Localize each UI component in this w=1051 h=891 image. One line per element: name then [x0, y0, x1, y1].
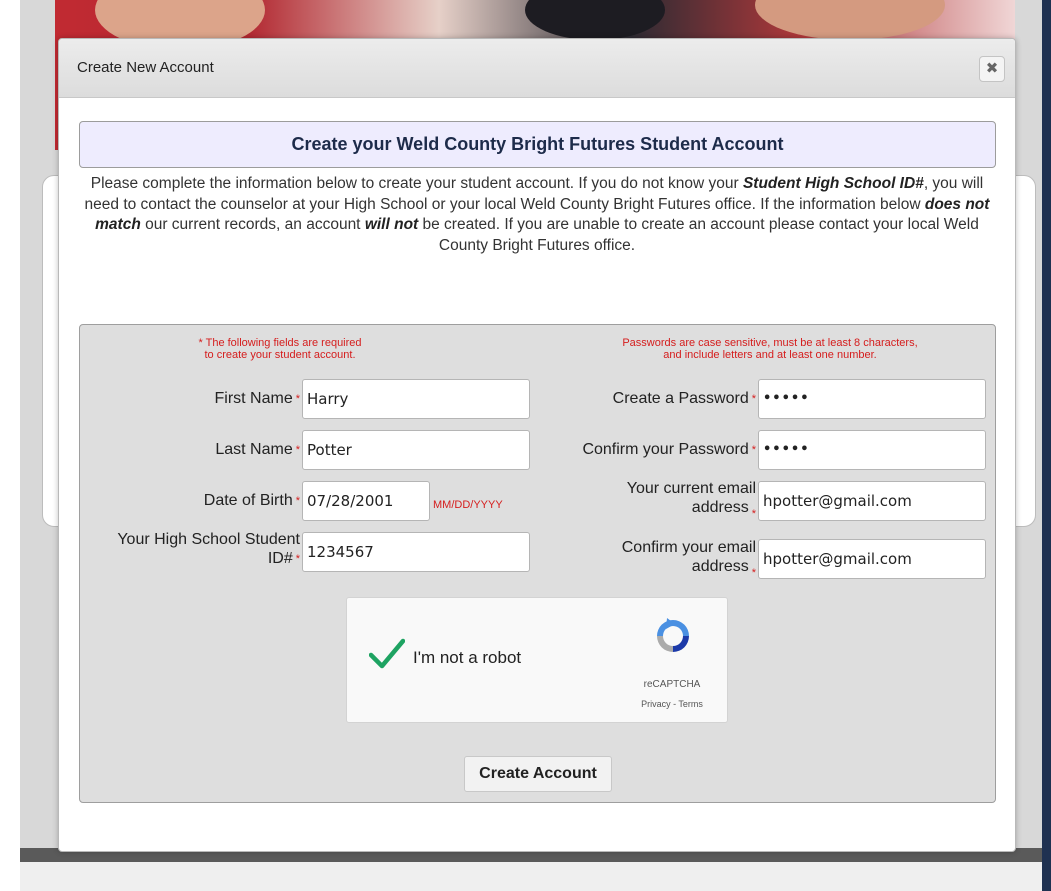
dob-input[interactable]: 07/28/2001 — [302, 481, 430, 521]
instructions-text: Please complete the information below to… — [81, 174, 993, 256]
recaptcha-logo-icon — [657, 618, 689, 652]
close-icon: ✖ — [985, 60, 999, 77]
date-format-hint: MM/DD/YYYY — [433, 499, 503, 511]
required-marker: * — [751, 444, 756, 456]
page-heading: Create your Weld County Bright Futures S… — [79, 121, 996, 168]
email-label: Your current email address * — [520, 479, 756, 524]
label-text: ID# — [267, 550, 293, 567]
dialog-header: Create New Account ✖ — [59, 39, 1015, 98]
label-text: Confirm your Password — [582, 441, 749, 458]
captcha-label: I'm not a robot — [413, 648, 522, 667]
label-text: Create a Password — [612, 390, 749, 407]
required-marker: * — [295, 393, 300, 405]
privacy-terms-links[interactable]: Privacy - Terms — [617, 699, 727, 709]
intro-emphasis: will not — [364, 216, 419, 233]
note-line: to create your student account. — [204, 349, 356, 361]
confirm-password-input[interactable]: ••••• — [758, 430, 986, 470]
note-line: * The following fields are required — [198, 337, 362, 349]
intro-text: Please complete the information below to… — [90, 175, 743, 192]
dob-label: Date of Birth * — [100, 491, 300, 511]
required-marker: * — [751, 393, 756, 405]
label-text: Last Name — [215, 441, 293, 458]
first-name-input[interactable]: Harry — [302, 379, 530, 419]
note-line: and include letters and at least one num… — [663, 349, 877, 361]
dialog-title: Create New Account — [77, 59, 214, 76]
student-id-label: Your High School Student ID# * — [80, 530, 300, 569]
intro-text: be created. If you are unable to create … — [418, 216, 979, 254]
footer — [20, 862, 1042, 891]
student-id-input[interactable]: 1234567 — [302, 532, 530, 572]
required-fields-note: * The following fields are required to c… — [160, 337, 400, 361]
label-text: Confirm your email — [621, 539, 756, 556]
confirm-email-input[interactable]: hpotter@gmail.com — [758, 539, 986, 579]
label-text: address — [691, 558, 749, 575]
required-marker: * — [751, 567, 756, 579]
confirm-email-label: Confirm your email address * — [520, 538, 756, 583]
password-rules-note: Passwords are case sensitive, must be at… — [570, 337, 970, 361]
last-name-input[interactable]: Potter — [302, 430, 530, 470]
page-left-margin — [0, 0, 20, 891]
intro-emphasis: Student High School ID# — [742, 175, 924, 192]
photo-face — [755, 0, 945, 40]
label-text: address — [691, 499, 749, 516]
required-marker: * — [295, 553, 300, 565]
first-name-label: First Name * — [100, 389, 300, 409]
recaptcha-brand: reCAPTCHA — [643, 679, 701, 690]
account-form: * The following fields are required to c… — [79, 324, 996, 803]
required-marker: * — [295, 444, 300, 456]
label-text: Your current email — [626, 480, 756, 497]
photo-face — [525, 0, 665, 40]
recaptcha-widget: I'm not a robot reCAPTCHA Privacy - Term… — [346, 597, 728, 723]
required-marker: * — [295, 495, 300, 507]
create-account-button[interactable]: Create Account — [464, 756, 612, 792]
last-name-label: Last Name * — [100, 440, 300, 460]
password-label: Create a Password * — [520, 389, 756, 409]
page-right-border — [1042, 0, 1051, 891]
label-text: First Name — [214, 390, 293, 407]
confirm-password-label: Confirm your Password * — [520, 440, 756, 460]
create-account-dialog: Create New Account ✖ Create your Weld Co… — [58, 38, 1016, 852]
label-text: Date of Birth — [203, 492, 293, 509]
checkmark-icon[interactable] — [369, 638, 405, 670]
required-marker: * — [751, 508, 756, 520]
close-button[interactable]: ✖ — [979, 56, 1005, 82]
label-text: Your High School Student — [117, 531, 300, 548]
note-line: Passwords are case sensitive, must be at… — [622, 337, 918, 349]
password-input[interactable]: ••••• — [758, 379, 986, 419]
email-input[interactable]: hpotter@gmail.com — [758, 481, 986, 521]
intro-text: our current records, an account — [140, 216, 365, 233]
